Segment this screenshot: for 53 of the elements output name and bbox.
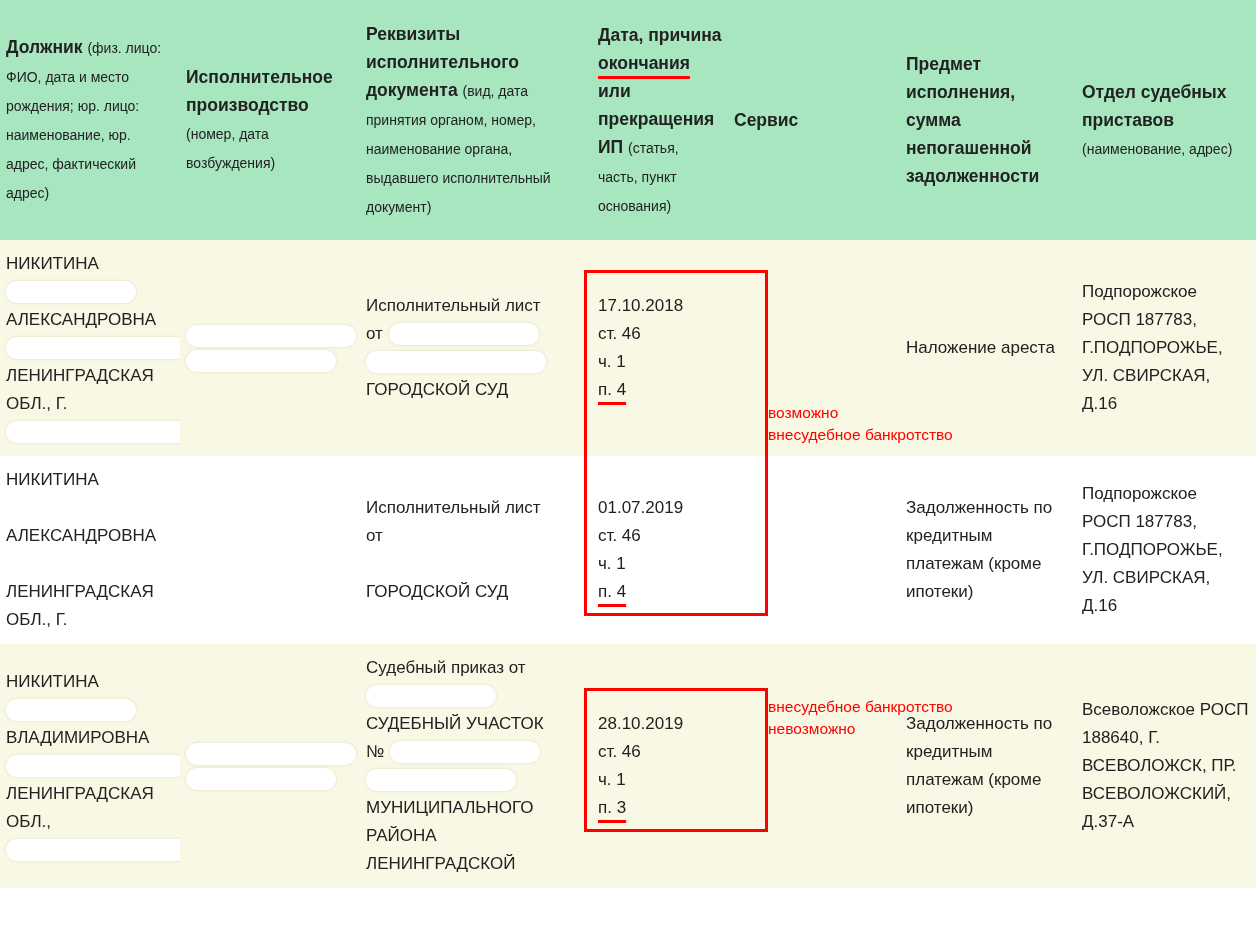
cell-text: ч. 1: [598, 351, 626, 373]
cell-text: ст. 46: [598, 525, 641, 547]
cell-text: 28.10.2019: [598, 713, 684, 735]
cell-text: ОБЛ.,: [6, 811, 51, 833]
cell-text: ЛЕНИНГРАДСКАЯ: [6, 581, 154, 603]
column-header: Исполнительное производство (номер, дата возбуждения): [180, 0, 360, 240]
cell-text: ОБЛ., Г.: [6, 393, 68, 415]
cell-text: МУНИЦИПАЛЬНОГО: [366, 797, 534, 819]
cell-text: Подпорожское РОСП 187783, Г.ПОДПОРОЖЬЕ, УЛ. СВИРСКАЯ, Д.16: [1082, 282, 1223, 413]
cell-text: Наложение ареста: [906, 338, 1055, 357]
cell-text: Исполнительный лист: [366, 497, 541, 519]
cell-text: ОБЛ., Г.: [6, 609, 68, 631]
cell-text: ст. 46: [598, 741, 641, 763]
annotation-note: невозможно: [768, 719, 856, 739]
cell-text: №: [366, 741, 385, 763]
cell-text: ст. 46: [598, 323, 641, 345]
column-header: Отдел судебных приставов (наименование, адрес): [1076, 0, 1256, 240]
cell-text: от: [366, 323, 383, 345]
cell-text: НИКИТИНА: [6, 469, 99, 491]
cell-text: СУДЕБНЫЙ УЧАСТОК: [366, 713, 544, 735]
cell-text: ГОРОДСКОЙ СУД: [366, 581, 509, 603]
annotation-note: внесудебное банкротство: [768, 697, 953, 717]
cell-text: 17.10.2018: [598, 295, 684, 317]
cell-text: п. 3: [598, 797, 627, 819]
annotation-note: возможно: [768, 403, 839, 423]
cell-text: ч. 1: [598, 553, 626, 575]
column-header: Дата, причина окончания или прекращения ИП (статья, часть, пункт основания): [592, 0, 728, 240]
cell-text: РАЙОНА: [366, 825, 437, 847]
cell-text: ЛЕНИНГРАДСКАЯ: [6, 783, 154, 805]
cell-text: НИКИТИНА: [6, 671, 99, 693]
cell-text: от: [366, 525, 383, 547]
cell-text: Судебный приказ от: [366, 657, 526, 679]
cell-text: Подпорожское РОСП 187783, Г.ПОДПОРОЖЬЕ, УЛ. СВИРСКАЯ, Д.16: [1082, 484, 1223, 615]
cell-text: АЛЕКСАНДРОВНА: [6, 309, 157, 331]
cell-text: АЛЕКСАНДРОВНА: [6, 525, 157, 547]
cell-text: Исполнительный лист: [366, 295, 541, 317]
cell-text: ВЛАДИМИРОВНА: [6, 727, 150, 749]
cell-text: Всеволожское РОСП 188640, Г. ВСЕВОЛОЖСК, ПР. ВСЕВОЛОЖСКИЙ, Д.37-А: [1082, 700, 1249, 831]
cell-text: Задолженность по кредитным платежам (кроме ипотеки): [906, 714, 1053, 817]
column-header: Реквизиты исполнительного документа (вид, дата принятия органом, номер, наименование органа, выдавшего исполнительный документ): [360, 0, 592, 240]
annotation-note: внесудебное банкротство: [768, 425, 953, 445]
cell-text: ГОРОДСКОЙ СУД: [366, 379, 509, 401]
column-header: Должник (физ. лицо: ФИО, дата и место рождения; юр. лицо: наименование, юр. адрес, фактический адрес): [0, 0, 180, 240]
cell-text: ЛЕНИНГРАДСКАЯ: [6, 365, 154, 387]
cell-text: п. 4: [598, 581, 627, 603]
cell-text: 01.07.2019: [598, 497, 684, 519]
cell-text: НИКИТИНА: [6, 253, 99, 275]
cell-text: ч. 1: [598, 769, 626, 791]
column-header: Предмет исполнения, сумма непогашенной задолженности: [900, 0, 1076, 240]
cell-text: ЛЕНИНГРАДСКОЙ: [366, 853, 516, 875]
cell-text: п. 4: [598, 379, 627, 401]
cell-text: Задолженность по кредитным платежам (кроме ипотеки): [906, 498, 1053, 601]
column-header: Сервис: [728, 0, 900, 240]
